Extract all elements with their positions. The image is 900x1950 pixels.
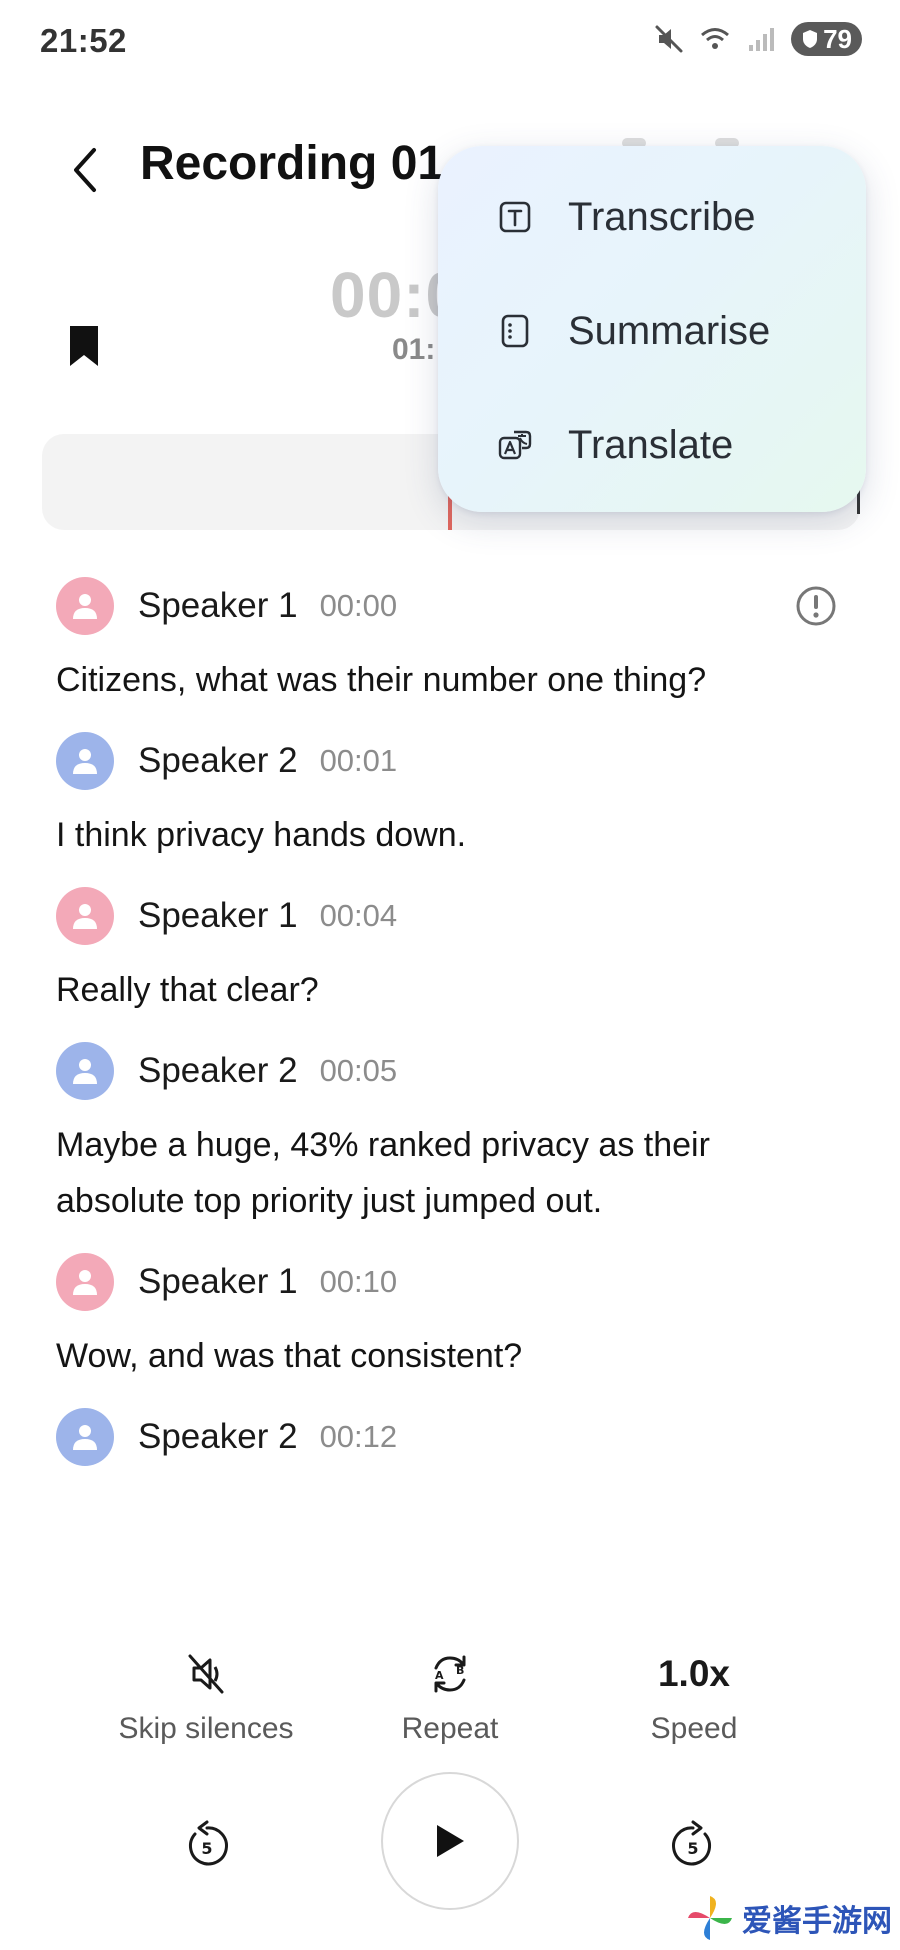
menu-item-label: Translate — [568, 422, 734, 467]
page-title: Recording 01 — [140, 137, 445, 190]
speaker-name: Speaker 2 — [138, 741, 298, 780]
speaker-name: Speaker 2 — [138, 1417, 298, 1456]
speed-label: Speed — [650, 1712, 738, 1745]
skip-silences-button[interactable]: Skip silences — [96, 1650, 316, 1746]
speaker-timestamp[interactable]: 00:05 — [320, 1053, 398, 1089]
summarise-icon — [501, 314, 529, 348]
utterance-text: I think privacy hands down. — [56, 816, 467, 854]
menu-item-label: Transcribe — [568, 194, 756, 239]
utterance-text: Maybe a huge, 43% ranked privacy as thei… — [56, 1126, 710, 1220]
battery-indicator: 79 — [791, 22, 862, 56]
speed-value: 1.0x — [657, 1653, 730, 1694]
avatar — [56, 1408, 114, 1466]
speaker-timestamp[interactable]: 00:12 — [320, 1419, 398, 1455]
repeat-ab-icon: A B — [434, 1655, 466, 1693]
info-icon[interactable] — [794, 584, 838, 628]
speed-button[interactable]: 1.0x Speed — [584, 1650, 804, 1746]
repeat-label: Repeat — [401, 1712, 499, 1745]
menu-item-summarise[interactable]: Summarise — [438, 274, 866, 388]
avatar — [56, 887, 114, 945]
skip-silences-label: Skip silences — [118, 1712, 294, 1745]
rewind-5-icon[interactable]: 5 — [183, 1818, 231, 1870]
battery-level: 79 — [823, 23, 852, 54]
speaker-name: Speaker 1 — [138, 586, 298, 625]
forward-5-icon[interactable]: 5 — [669, 1818, 717, 1870]
person-icon — [73, 904, 97, 929]
speaker-timestamp[interactable]: 00:10 — [320, 1264, 398, 1300]
person-icon — [73, 1059, 97, 1084]
skip-silences-icon — [188, 1654, 224, 1694]
avatar — [56, 577, 114, 635]
avatar — [56, 1253, 114, 1311]
person-icon — [73, 1425, 97, 1450]
bookmark-icon[interactable] — [64, 322, 104, 370]
speaker-timestamp[interactable]: 00:01 — [320, 743, 398, 779]
speaker-row: Speaker 2 00:01 — [0, 729, 900, 793]
utterance-text: Wow, and was that consistent? — [56, 1337, 523, 1375]
person-icon — [73, 1270, 97, 1295]
ai-options-menu: Transcribe Summarise Translate — [438, 146, 866, 512]
voice-recorder-screen: 21:52 79 Recording 01 00:0 01: Speaker 1… — [0, 0, 900, 1950]
back-button[interactable] — [60, 142, 108, 198]
watermark-text: 爱酱手游网 — [742, 1905, 892, 1938]
person-icon — [73, 594, 97, 619]
speaker-timestamp[interactable]: 00:00 — [320, 588, 398, 624]
avatar — [56, 1042, 114, 1100]
play-icon — [437, 1825, 464, 1857]
status-bar: 21:52 79 — [0, 0, 900, 84]
speaker-name: Speaker 1 — [138, 1262, 298, 1301]
speaker-name: Speaker 1 — [138, 896, 298, 935]
playback-controls: 5 5 — [0, 1772, 900, 1912]
rewind-seconds: 5 — [201, 1839, 212, 1858]
menu-item-transcribe[interactable]: Transcribe — [438, 160, 866, 274]
pinwheel-logo-icon — [688, 1896, 732, 1940]
watermark: 爱酱手游网 — [684, 1892, 892, 1944]
speaker-row: Speaker 2 00:12 — [0, 1405, 900, 1469]
speaker-row: Speaker 1 00:04 — [0, 884, 900, 948]
play-button[interactable] — [381, 1772, 519, 1910]
translate-icon — [498, 430, 532, 460]
speaker-name: Speaker 2 — [138, 1051, 298, 1090]
speaker-row: Speaker 2 00:05 — [0, 1039, 900, 1103]
speaker-timestamp[interactable]: 00:04 — [320, 898, 398, 934]
transcribe-icon — [499, 201, 531, 233]
utterance-text: Really that clear? — [56, 971, 319, 1009]
forward-seconds: 5 — [687, 1839, 698, 1858]
status-time: 21:52 — [40, 22, 127, 59]
utterance-text: Citizens, what was their number one thin… — [56, 661, 707, 699]
svg-text:A: A — [435, 1669, 444, 1682]
battery-icon — [803, 30, 818, 48]
svg-text:B: B — [456, 1664, 464, 1677]
menu-item-translate[interactable]: Translate — [438, 388, 866, 502]
avatar — [56, 732, 114, 790]
menu-item-label: Summarise — [568, 308, 771, 353]
speaker-row: Speaker 1 00:10 — [0, 1250, 900, 1314]
chevron-left-icon — [74, 148, 96, 192]
status-icons: 79 — [653, 22, 862, 56]
speaker-row: Speaker 1 00:00 — [0, 574, 900, 638]
transcript-list: Speaker 1 00:00 Citizens, what was their… — [0, 574, 900, 1469]
repeat-button[interactable]: A B Repeat — [340, 1650, 560, 1746]
signal-icon — [749, 28, 775, 51]
person-icon — [73, 749, 97, 774]
wifi-icon — [701, 28, 730, 49]
mute-icon — [655, 25, 683, 53]
total-time: 01: — [392, 333, 436, 366]
